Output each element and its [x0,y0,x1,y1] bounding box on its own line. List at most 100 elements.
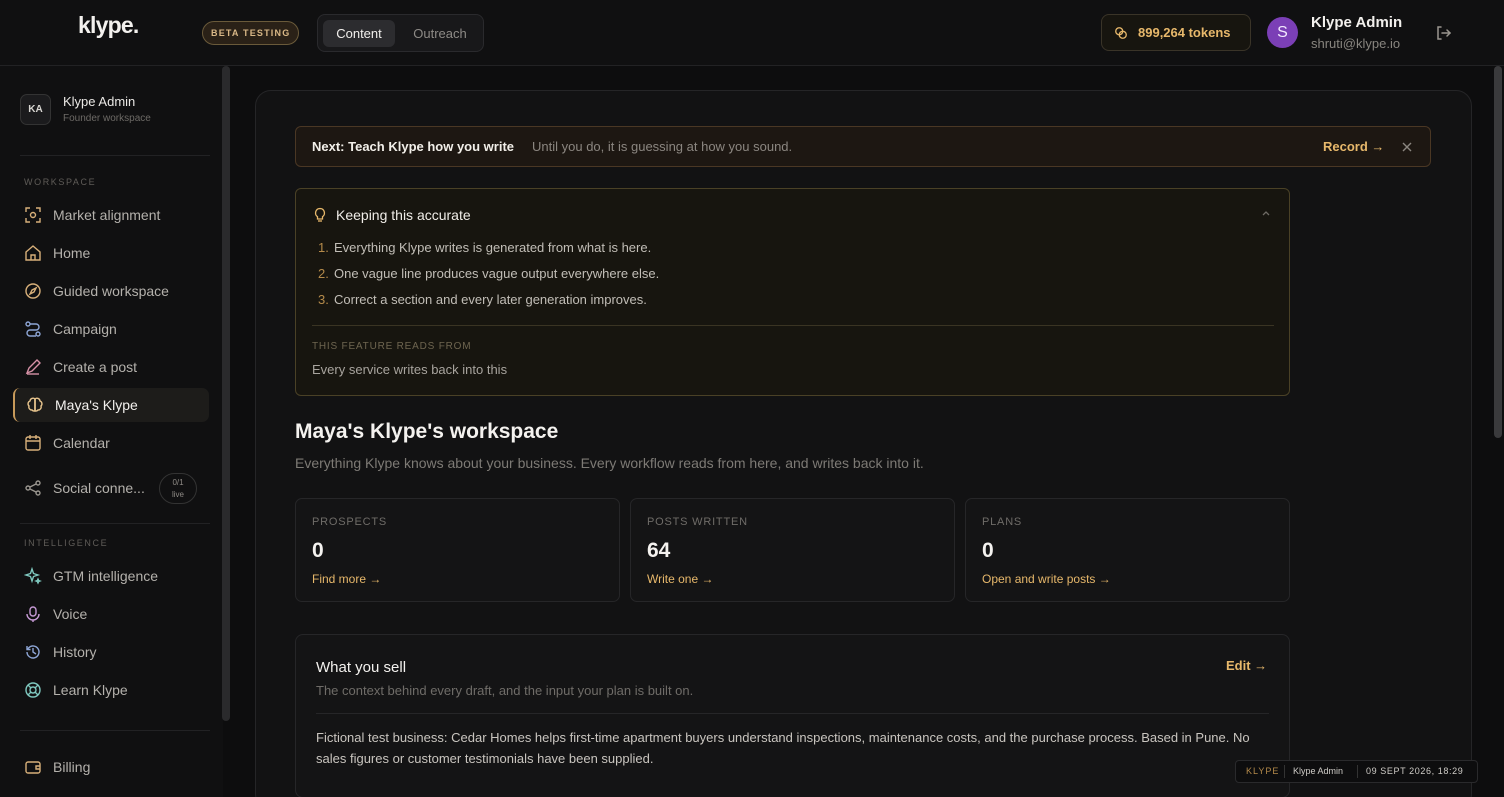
workspace-avatar: KA [20,94,51,125]
stat-label: POSTS WRITTEN [647,516,748,528]
find-more-link[interactable]: Find more → [312,572,381,586]
sidebar-item-label: History [53,644,97,660]
stat-card-posts-written: POSTS WRITTEN 64 Write one → [630,498,955,602]
mode-tab-outreach[interactable]: Outreach [400,20,480,47]
main-scrollbar[interactable] [1494,66,1502,438]
next-step-banner: Next: Teach Klype how you write Until yo… [295,126,1431,167]
sidebar-item-label: Campaign [53,321,117,337]
divider [312,325,1274,326]
compass-icon [25,283,41,299]
divider [1357,765,1358,778]
home-icon [25,245,41,261]
divider [316,713,1269,714]
sidebar-item-create-post[interactable]: Create a post [13,350,209,384]
footer-brand: KLYPE [1246,766,1280,776]
footer-datetime: 09 SEPT 2026, 18:29 [1366,766,1464,776]
sidebar-item-campaign[interactable]: Campaign [13,312,209,346]
sidebar-scrollbar[interactable] [222,66,230,721]
accuracy-card: Keeping this accurate 1. Everything Klype… [295,188,1290,396]
sidebar-item-label: Home [53,245,91,261]
wallet-icon [25,761,41,774]
tokens-count: 899,264 tokens [1138,25,1231,40]
sidebar-item-billing[interactable]: Billing [13,750,209,784]
open-plans-link[interactable]: Open and write posts → [982,572,1111,586]
sidebar-item-history[interactable]: History [13,635,209,669]
coins-icon [1115,27,1127,39]
divider [1284,765,1285,778]
accuracy-item: 3. Correct a section and every later gene… [318,292,647,307]
sidebar-item-calendar[interactable]: Calendar [13,426,209,460]
beta-badge: BETA TESTING [202,21,300,45]
item-text: Everything Klype writes is generated fro… [334,240,652,255]
mode-tab-content[interactable]: Content [323,20,395,47]
pen-icon [25,359,41,375]
user-email: shruti@klype.io [1311,36,1401,51]
tokens-badge[interactable]: 899,264 tokens [1101,14,1251,51]
sidebar-item-market-alignment[interactable]: Market alignment [13,198,209,232]
reads-from-value: Every service writes back into this [312,362,508,377]
sidebar-divider [20,523,210,524]
item-text: Correct a section and every later genera… [334,292,647,307]
live-count: 0/1 [172,478,184,487]
item-number: 1. [318,240,329,255]
route-icon [25,321,41,337]
microphone-icon [26,606,40,622]
stat-value: 0 [312,539,324,562]
sidebar-item-label: Create a post [53,359,138,375]
page-title: Maya's Klype's workspace [295,420,559,443]
section-subtitle: The context behind every draft, and the … [316,683,694,698]
footer-user: Klype Admin [1293,766,1344,776]
logout-icon[interactable] [1434,24,1452,42]
sidebar-item-learn-klype[interactable]: Learn Klype [13,673,209,707]
edit-button[interactable]: Edit → [1226,658,1267,673]
banner-title: Next: Teach Klype how you write [312,139,515,154]
history-icon [26,645,40,659]
mode-switcher: Content Outreach [317,14,484,52]
stat-label: PROSPECTS [312,516,388,528]
top-bar: klype. BETA TESTING Content Outreach 899… [0,0,1504,66]
avatar[interactable]: S [1267,17,1298,48]
sidebar-item-voice[interactable]: Voice [13,597,209,631]
sidebar-item-gtm-intelligence[interactable]: GTM intelligence [13,559,209,593]
sidebar-item-label: Learn Klype [53,682,128,698]
stat-label: PLANS [982,516,1023,528]
klype-logo[interactable]: klype. [78,12,139,39]
status-footer: KLYPE Klype Admin 09 SEPT 2026, 18:29 [1235,760,1478,783]
sidebar-divider [20,730,210,731]
what-you-sell-card: What you sell The context behind every d… [295,634,1290,797]
write-one-link[interactable]: Write one → [647,572,713,586]
stat-card-plans: PLANS 0 Open and write posts → [965,498,1290,602]
stat-value: 64 [647,539,671,562]
accuracy-item: 1. Everything Klype writes is generated f… [318,240,651,255]
workspace-switcher[interactable]: KA Klype Admin Founder workspace [20,94,200,130]
sparkles-icon [24,567,42,585]
item-number: 2. [318,266,329,281]
workspace-name: Klype Admin [63,94,136,109]
sidebar-item-guided-workspace[interactable]: Guided workspace [13,274,209,308]
sidebar-item-mayas-klype[interactable]: Maya's Klype [13,388,209,422]
brain-icon [27,397,43,412]
close-icon[interactable] [1400,140,1414,154]
sidebar-item-label: Social conne... [53,480,145,496]
sidebar-item-label: Maya's Klype [55,397,138,413]
section-label-workspace: WORKSPACE [24,177,97,187]
sidebar-item-label: GTM intelligence [53,568,159,584]
section-title: What you sell [316,659,407,676]
target-scan-icon [25,207,41,223]
reads-from-label: THIS FEATURE READS FROM [312,341,472,352]
section-label-intelligence: INTELLIGENCE [24,538,109,548]
record-button[interactable]: Record → [1323,139,1384,154]
sidebar-item-home[interactable]: Home [13,236,209,270]
chevron-up-icon[interactable] [1260,207,1272,219]
sidebar-item-label: Market alignment [53,207,161,223]
sidebar-divider [20,155,210,156]
accuracy-item: 2. One vague line produces vague output e… [318,266,659,281]
banner-subtitle: Until you do, it is guessing at how you … [532,139,793,154]
stat-card-prospects: PROSPECTS 0 Find more → [295,498,620,602]
sell-description: Fictional test business: Cedar Homes hel… [316,730,1250,766]
sidebar-item-label: Guided workspace [53,283,169,299]
workspace-subtitle: Founder workspace [63,113,151,124]
accuracy-title: Keeping this accurate [336,207,471,223]
item-number: 3. [318,292,329,307]
calendar-icon [25,435,41,451]
